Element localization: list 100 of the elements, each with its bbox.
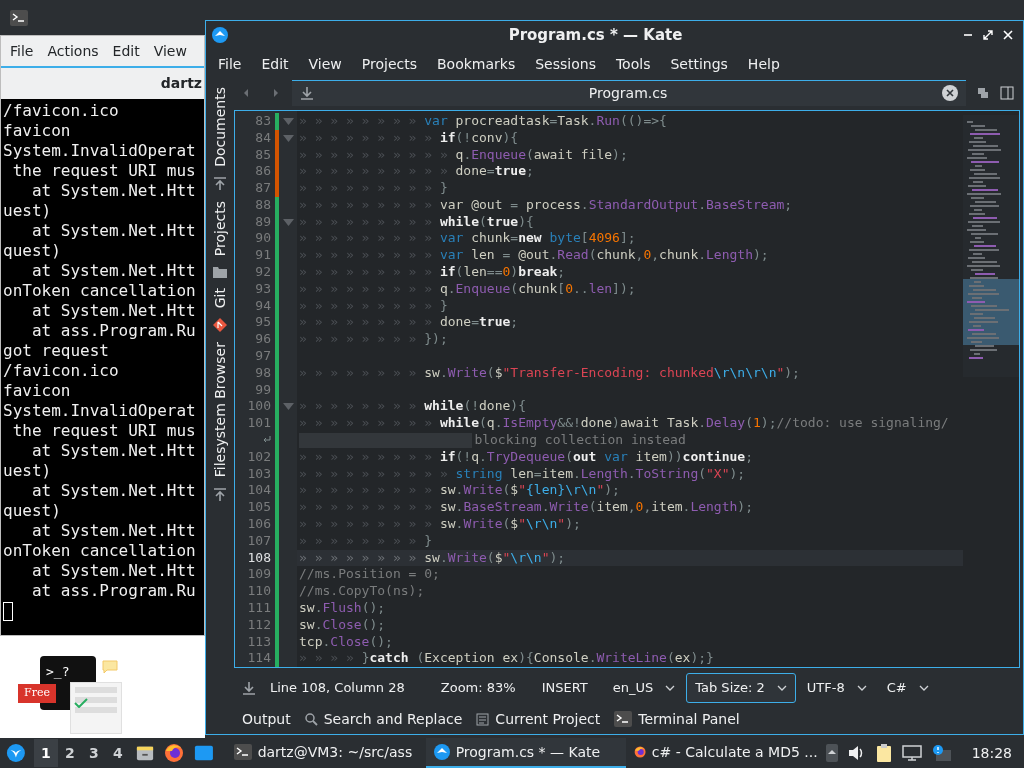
clipboard-icon[interactable] [875, 743, 892, 763]
desktop-button[interactable]: 1 [33, 739, 58, 767]
line-number: 101 [247, 415, 271, 433]
terminal-output: /favicon.ico favicon System.InvalidOperat the request URI mus at System.Net.Htt uest) at System.Net.Htt quest) at System.Net.Htt onToken cancellation at System.Net.Htt at ass.Program.Ru got request /favicon.ico favicon System.InvalidOperat the request URI mus at System.Net.Htt uest) at System.Net.Htt quest) at System.Net.Htt onToken cancellation at System.Net.Htt at ass.Program.Ru [1, 99, 204, 635]
line-number: 105 [247, 499, 271, 517]
code-line: » » » » » » » » while(!done){ [298, 398, 526, 416]
menu-item[interactable]: Projects [351, 53, 427, 75]
clock[interactable]: 18:28 [971, 742, 1012, 764]
menu-item[interactable]: Edit [251, 53, 299, 75]
fox-icon [163, 743, 184, 763]
forward-icon[interactable] [272, 87, 280, 98]
code-line: » » » » » » » » sw.Write($"\r\n"); [298, 549, 566, 567]
code-line: » » » » » » » » » var @out = process.StandardOutput.BaseStream; [298, 196, 793, 214]
line-number: 109 [247, 566, 271, 584]
code-line: » » » » » » » » » while(q.IsEmpty&&!done)await Task.Delay(1);//todo: use signaling/ [298, 415, 949, 433]
terminal-icon [10, 9, 28, 26]
chevron-icon [776, 685, 787, 692]
menu-item[interactable]: Settings [660, 53, 738, 75]
line-number: 102 [247, 448, 271, 466]
line-number: 91 [255, 247, 271, 265]
code-line: » » » » » » » » » sw.Write($"\r\n"); [298, 516, 581, 533]
prompt-text: >_? [46, 664, 70, 679]
tool-view-button[interactable]: Search and Replace [304, 708, 463, 730]
tool-view-button[interactable]: Current Project [476, 708, 601, 730]
task-button[interactable]: dartz@VM3: ~/src/ass [225, 738, 426, 768]
line-number: 112 [247, 616, 271, 634]
menu-item[interactable]: View [298, 53, 352, 75]
free-badge: Free [18, 684, 56, 703]
launcher-icon[interactable] [6, 742, 26, 764]
input-mode[interactable]: INSERT [541, 678, 588, 698]
line-number: 114 [247, 650, 271, 668]
code-line: » » » » » » » » » sw.BaseStream.Write(item,0,item.Length); [298, 499, 753, 517]
tab-title[interactable]: dartz [160, 73, 202, 94]
status-dropdown[interactable]: UTF-8 [797, 673, 876, 704]
code-line: //ms.CopyTo(ns); [298, 583, 425, 600]
menu-item[interactable]: Actions [42, 40, 104, 62]
line-number: 90 [255, 230, 271, 248]
desktop-button[interactable]: 2 [57, 739, 82, 767]
menu-item[interactable]: Edit [107, 40, 145, 62]
sidebar-tab[interactable]: Filesystem Browser [209, 342, 231, 478]
maximize-icon[interactable] [983, 30, 993, 40]
terminal-icon [614, 711, 633, 728]
sidebar-tab[interactable]: Documents [209, 87, 231, 167]
line-number: 87 [255, 180, 271, 197]
line-number: 98 [255, 364, 271, 382]
save-icon [242, 681, 256, 696]
menu-item[interactable]: View [148, 40, 192, 62]
chevron-icon [665, 685, 676, 692]
code-line: » » » » » » » » }); [298, 331, 448, 349]
line-number: 107 [247, 532, 271, 550]
task-button[interactable]: c# - Calculate a MD5 ... [625, 738, 826, 768]
expand-tray-icon[interactable] [825, 744, 838, 762]
menu-item[interactable]: File [5, 40, 39, 62]
code-line: » » » » » » » » } [298, 532, 433, 550]
line-number: 99 [255, 381, 271, 399]
menu-item[interactable]: Bookmarks [427, 53, 526, 75]
status-dropdown[interactable]: C# [877, 673, 938, 704]
line-number: 96 [255, 331, 271, 349]
code-line: » » » » » » » » » var len = @out.Read(chunk,0,chunk.Length); [298, 247, 769, 265]
line-number: 110 [247, 583, 271, 600]
code-line: » » » » » » » » » » q.Enqueue(await file); [298, 146, 628, 164]
window-icon[interactable] [193, 744, 214, 762]
close-icon[interactable] [1003, 30, 1013, 40]
chevron-icon [918, 685, 929, 692]
split-view-icon[interactable] [1000, 85, 1014, 100]
document-icon [476, 712, 490, 726]
code-line: sw.Close(); [298, 616, 386, 634]
code-line: blocking collection instead [473, 432, 686, 449]
network-icon[interactable] [901, 745, 922, 761]
code-line: » » » » » » » » » » string len=item.Length.ToString("X"); [298, 465, 746, 483]
sidebar-tab[interactable]: Git [209, 288, 231, 309]
menu-item[interactable]: File [208, 53, 252, 75]
code-line: » » » » » » » » sw.Write($"Transfer-Encoding: chunked\r\n\r\n"); [298, 364, 800, 382]
notification-icon[interactable] [931, 744, 952, 762]
code-line: » » » » » » » » » } [298, 180, 448, 197]
line-number: 92 [255, 264, 271, 281]
menu-item[interactable]: Sessions [525, 53, 606, 75]
layers-icon[interactable] [976, 85, 990, 100]
close-icon[interactable] [942, 85, 958, 102]
tool-view-button[interactable]: Terminal Panel [614, 708, 740, 730]
desktop-button[interactable]: 4 [105, 739, 130, 767]
menu-item[interactable]: Tools [605, 53, 661, 75]
desktop-button[interactable]: 3 [81, 739, 106, 767]
line-number: 106 [247, 516, 271, 533]
sidebar-tab[interactable]: Projects [209, 200, 231, 257]
wrap-icon [262, 436, 271, 445]
code-line: //ms.Position = 0; [298, 566, 440, 584]
tool-view-button[interactable]: Output [242, 708, 291, 730]
status-dropdown[interactable]: en_US [603, 673, 685, 704]
code-line: » » » » }catch (Exception ex){Console.WriteLine(ex);} [298, 650, 714, 668]
cursor [3, 602, 13, 621]
folder-icon [213, 266, 227, 279]
document-tab[interactable]: Program.cs [292, 79, 966, 106]
code-line: » » » » » » » » » if(!conv){ [298, 129, 519, 147]
status-dropdown[interactable]: Tab Size: 2 [686, 673, 796, 704]
line-number: 89 [255, 213, 271, 231]
back-icon[interactable] [242, 87, 250, 98]
menu-item[interactable]: Help [737, 53, 790, 75]
code-line: sw.Flush(); [298, 600, 386, 617]
task-button[interactable]: Program.cs * — Kate [425, 738, 626, 768]
